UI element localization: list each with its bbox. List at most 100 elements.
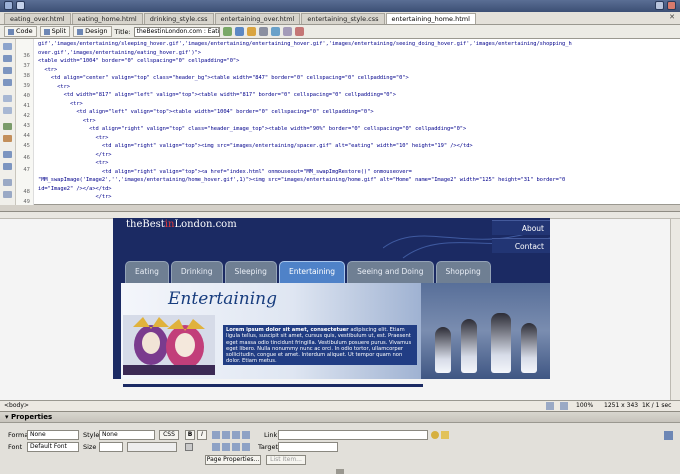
code-view[interactable]: 36 37 38 39 40 41 42 43 44 45 46 47 48 49 gif','image… [0,39,680,205]
close-document-icon[interactable]: ✕ [669,13,675,21]
collapse-selection-icon[interactable] [3,67,12,74]
help-icon[interactable] [664,431,673,440]
document-tab[interactable]: entertaining_style.css [301,13,385,24]
size-select[interactable] [99,442,123,452]
align-left-icon[interactable] [212,431,220,439]
css-button[interactable]: CSS [159,430,179,440]
zoom-tool-icon[interactable] [560,402,568,410]
apply-comment-icon[interactable] [3,151,12,158]
bold-button[interactable]: B [185,430,195,440]
select-parent-tag-icon[interactable] [3,95,12,102]
document-tab[interactable]: eating_over.html [4,13,71,24]
close-icon[interactable] [667,1,676,10]
code-line[interactable]: <tr> [38,160,109,166]
style-select[interactable]: None [99,430,155,440]
collapse-tag-icon[interactable] [3,55,12,62]
nav-tab-eating[interactable]: Eating [125,261,169,283]
unordered-list-icon[interactable] [212,443,220,451]
nav-tab-entertaining[interactable]: Entertaining [278,261,346,283]
code-line[interactable]: <td align="left" valign="top"><table wid… [38,109,373,115]
indent-icon[interactable] [242,443,250,451]
format-select[interactable]: None [27,430,79,440]
tag-selector[interactable]: <body> [4,401,29,411]
document-toolbar: Code Split Design Title: theBestinLondon… [0,25,680,39]
site-logo[interactable]: theBestinLondon.com [126,219,237,230]
line-numbers-icon[interactable] [3,123,12,130]
italic-button[interactable]: I [197,430,207,440]
justify-icon[interactable] [242,431,250,439]
text-color-swatch[interactable] [185,443,193,451]
code-line[interactable]: </tr> [38,152,112,158]
code-line[interactable]: <tr> [38,84,70,90]
properties-header[interactable]: ▾ Properties [0,412,680,423]
zoom-level[interactable]: 100% [576,401,593,411]
browse-folder-icon[interactable] [441,431,449,439]
code-line[interactable]: gif','images/entertaining/sleeping_hover… [38,41,572,47]
recent-snippets-icon[interactable] [3,191,12,198]
window-size[interactable]: 1251 x 343 [604,401,638,411]
collapse-arrow-icon[interactable] [336,469,344,474]
file-management-icon[interactable] [222,27,232,36]
code-line[interactable]: <td width="817" align="left" valign="top… [38,92,396,98]
window-top-bar [0,0,680,12]
document-tab[interactable]: drinking_style.css [143,13,214,24]
download-size: 1K / 1 sec [642,402,672,409]
align-center-icon[interactable] [222,431,230,439]
code-line[interactable]: <table width="1004" border="0" cellspaci… [38,58,239,64]
view-options-icon[interactable] [282,27,292,36]
open-documents-icon[interactable] [3,43,12,50]
code-line[interactable]: <td align="right" valign="top"><a href="… [38,169,412,175]
page-title-input[interactable]: theBestinLondon.com : Eating [133,26,220,37]
check-errors-icon[interactable] [246,27,256,36]
document-tab[interactable]: entertaining_home.html [385,13,476,24]
split-divider[interactable] [0,205,680,212]
nav-tab-shopping[interactable]: Shopping [435,261,491,283]
design-view[interactable]: theBestinLondon.com About Contact Eating… [0,212,680,400]
ordered-list-icon[interactable] [222,443,230,451]
dancer-figure [491,313,511,373]
refresh-icon[interactable] [270,27,280,36]
code-line[interactable]: "MM_swapImage('Image2','','images/entert… [38,177,565,183]
app-icon [4,1,13,10]
code-line[interactable]: id="Image2" /></a></td> [38,186,112,192]
expand-all-icon[interactable] [3,79,12,86]
font-select[interactable]: Default Font [27,442,79,452]
about-link[interactable]: About [492,220,550,235]
nav-tab-seeing-and-doing[interactable]: Seeing and Doing [347,261,434,283]
code-line[interactable]: <td align="right" valign="top"><img src=… [38,143,473,149]
vertical-scrollbar[interactable] [670,219,680,400]
contact-link[interactable]: Contact [492,238,550,253]
code-line[interactable]: </tr> [38,194,112,200]
target-select[interactable] [278,442,338,452]
split-view-button[interactable]: Split [39,26,71,37]
point-to-file-icon[interactable] [431,431,439,439]
align-right-icon[interactable] [232,431,240,439]
remove-comment-icon[interactable] [3,163,12,170]
balance-braces-icon[interactable] [3,107,12,114]
line-number: 39 [23,83,30,89]
nav-tab-sleeping[interactable]: Sleeping [224,261,277,283]
highlight-invalid-icon[interactable] [3,135,12,142]
wrap-tag-icon[interactable] [3,179,12,186]
code-line[interactable]: over.gif','images/entertaining/eating_ho… [38,50,201,56]
visual-aids-icon[interactable] [294,27,304,36]
code-line[interactable]: <tr> [38,101,83,107]
hand-tool-icon[interactable] [546,402,554,410]
minimize-icon[interactable] [655,1,664,10]
document-tab[interactable]: eating_home.html [71,13,143,24]
code-view-button[interactable]: Code [4,26,37,37]
code-line[interactable]: <td align="right" valign="top" class="he… [38,126,466,132]
code-line[interactable]: <td align="center" valign="top" class="h… [38,75,409,81]
validate-icon[interactable] [258,27,268,36]
nav-tab-drinking[interactable]: Drinking [170,261,223,283]
document-tab[interactable]: entertaining_over.html [214,13,301,24]
code-line[interactable]: <tr> [38,135,109,141]
page-properties-button[interactable]: Page Properties... [205,455,261,465]
outdent-icon[interactable] [232,443,240,451]
design-view-button[interactable]: Design [73,26,112,37]
code-line[interactable]: <tr> [38,118,96,124]
menu-icon[interactable] [16,1,25,10]
preview-browser-icon[interactable] [234,27,244,36]
link-input[interactable] [278,430,428,440]
code-line[interactable]: <tr> [38,67,57,73]
